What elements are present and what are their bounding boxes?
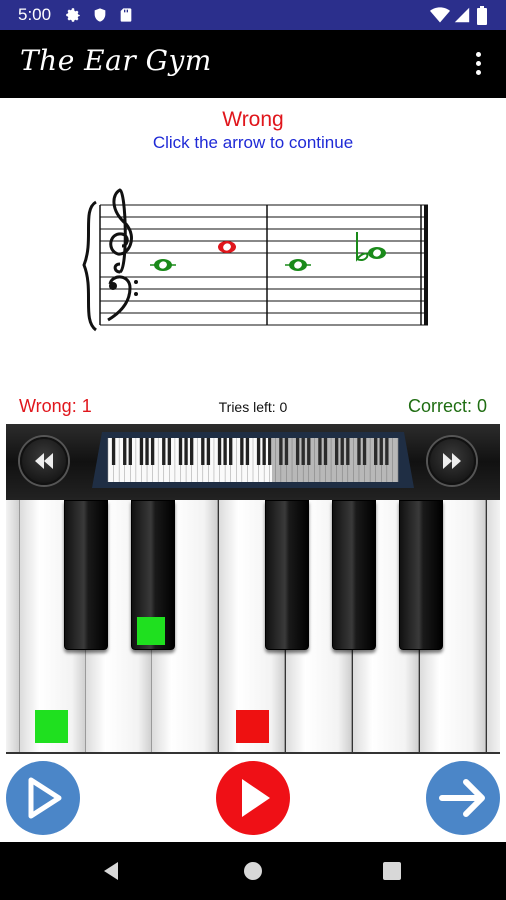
treble-clef-icon [109, 188, 133, 274]
app-bar: The Ear Gym [0, 30, 506, 98]
play-answer-button[interactable] [216, 761, 290, 835]
result-title: Wrong [222, 108, 284, 131]
piano-keyboard [6, 500, 500, 754]
play-icon [242, 779, 270, 817]
note-g4-measure2 [285, 259, 311, 271]
white-key-0[interactable] [6, 500, 20, 752]
rewind-icon [35, 453, 53, 469]
white-key-8[interactable] [487, 500, 500, 752]
action-bar [0, 754, 506, 842]
settings-icon [66, 8, 80, 22]
piano-nav-bar [6, 424, 500, 500]
app-title: The Ear Gym [20, 44, 212, 77]
sd-card-icon [120, 8, 132, 22]
music-staff [82, 188, 428, 332]
back-icon[interactable] [100, 860, 122, 882]
overflow-menu-icon[interactable] [468, 52, 488, 78]
visible-range-indicator [272, 438, 398, 482]
arrow-right-icon [439, 779, 485, 817]
home-icon[interactable] [242, 860, 264, 882]
note-c5-measure1 [218, 241, 236, 253]
play-question-button[interactable] [6, 761, 80, 835]
correct-count: Correct: 0 [407, 396, 487, 416]
flat-icon [356, 232, 369, 262]
signal-icon [454, 7, 470, 23]
system-nav-bar [0, 842, 506, 900]
rewind-button[interactable] [20, 437, 68, 485]
play-icon [28, 777, 62, 819]
correct-note-marker [35, 710, 68, 743]
score-row: Wrong: 1 Tries left: 0 Correct: 0 [0, 396, 506, 420]
shield-icon [94, 8, 106, 22]
black-key-4[interactable] [332, 500, 376, 650]
bass-clef-icon [107, 275, 138, 322]
fast-forward-icon [443, 453, 461, 469]
next-button[interactable] [426, 761, 500, 835]
brace-icon [82, 200, 98, 332]
wifi-icon [430, 7, 450, 23]
battery-icon [477, 6, 487, 25]
recents-icon[interactable] [382, 861, 402, 881]
note-g4-measure1 [150, 259, 176, 271]
black-key-1[interactable] [64, 500, 108, 650]
result-subtitle: Click the arrow to continue [152, 133, 354, 152]
fast-forward-button[interactable] [428, 437, 476, 485]
note-bflat4-measure2 [356, 232, 386, 262]
black-key-5[interactable] [399, 500, 443, 650]
wrong-note-marker [236, 710, 269, 743]
status-bar: 5:00 [0, 0, 506, 30]
black-key-3[interactable] [265, 500, 309, 650]
status-time: 5:00 [18, 5, 52, 24]
correct-note-marker [137, 617, 165, 645]
keyboard-overview[interactable] [92, 432, 414, 488]
